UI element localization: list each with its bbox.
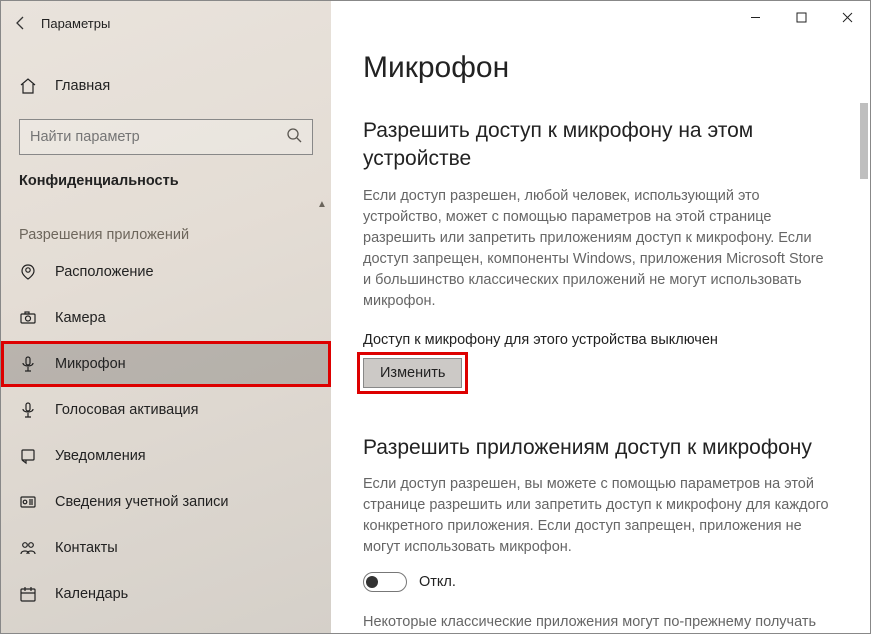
content-scrollbar[interactable] [858, 103, 868, 623]
note-text: Некоторые классические приложения могут … [363, 612, 830, 633]
sidebar-item-contacts[interactable]: Контакты [1, 525, 331, 571]
window-controls [732, 1, 870, 33]
sidebar-item-calendar[interactable]: Календарь [1, 571, 331, 617]
sidebar-item-camera[interactable]: Камера [1, 295, 331, 341]
mic-access-status: Доступ к микрофону для этого устройства … [363, 332, 830, 348]
sidebar-item-label: Главная [55, 78, 110, 94]
contacts-icon [19, 539, 37, 557]
sidebar-item-microphone[interactable]: Микрофон [1, 341, 331, 387]
home-icon [19, 77, 37, 95]
microphone-icon [19, 355, 37, 373]
sidebar-group-title: Конфиденциальность [1, 155, 331, 197]
sidebar-item-label: Камера [55, 310, 106, 326]
sidebar-item-label: Уведомления [55, 448, 146, 464]
sidebar-item-home[interactable]: Главная [1, 63, 331, 109]
toggle-knob [366, 576, 378, 588]
section-body: Если доступ разрешен, вы можете с помощь… [363, 474, 830, 558]
sidebar-item-label: Микрофон [55, 356, 126, 372]
section-heading: Разрешить приложениям доступ к микрофону [363, 434, 830, 462]
section-body: Если доступ разрешен, любой человек, исп… [363, 186, 830, 312]
apps-access-toggle[interactable] [363, 572, 407, 592]
voice-icon [19, 401, 37, 419]
scrollbar-thumb[interactable] [860, 103, 868, 179]
camera-icon [19, 309, 37, 327]
sidebar-item-voice-activation[interactable]: Голосовая активация [1, 387, 331, 433]
location-icon [19, 263, 37, 281]
content: Микрофон Разрешить доступ к микрофону на… [331, 1, 870, 633]
search-input[interactable] [30, 129, 286, 145]
notifications-icon [19, 447, 37, 465]
close-button[interactable] [824, 1, 870, 33]
sidebar-scroll-up[interactable]: ▲ [315, 199, 329, 213]
minimize-button[interactable] [732, 1, 778, 33]
section-heading: Разрешить доступ к микрофону на этом уст… [363, 117, 830, 174]
sidebar-item-location[interactable]: Расположение [1, 249, 331, 295]
back-button[interactable] [1, 3, 41, 43]
page-title: Микрофон [363, 51, 830, 85]
sidebar-item-label: Сведения учетной записи [55, 494, 229, 510]
sidebar-item-account-info[interactable]: Сведения учетной записи [1, 479, 331, 525]
sidebar-item-label: Голосовая активация [55, 402, 198, 418]
sidebar-subgroup-title: Разрешения приложений [1, 197, 331, 249]
toggle-label: Откл. [419, 574, 456, 590]
sidebar-item-label: Расположение [55, 264, 154, 280]
settings-window: Параметры Главная Конфиденциальность ▲ Р… [0, 0, 871, 634]
change-button[interactable]: Изменить [363, 358, 462, 388]
calendar-icon [19, 585, 37, 603]
window-title: Параметры [41, 16, 110, 31]
sidebar-item-notifications[interactable]: Уведомления [1, 433, 331, 479]
sidebar-item-label: Календарь [55, 586, 128, 602]
search-icon [286, 127, 302, 148]
sidebar-item-label: Контакты [55, 540, 118, 556]
maximize-button[interactable] [778, 1, 824, 33]
account-icon [19, 493, 37, 511]
sidebar: Параметры Главная Конфиденциальность ▲ Р… [1, 1, 331, 633]
search-box[interactable] [19, 119, 313, 155]
